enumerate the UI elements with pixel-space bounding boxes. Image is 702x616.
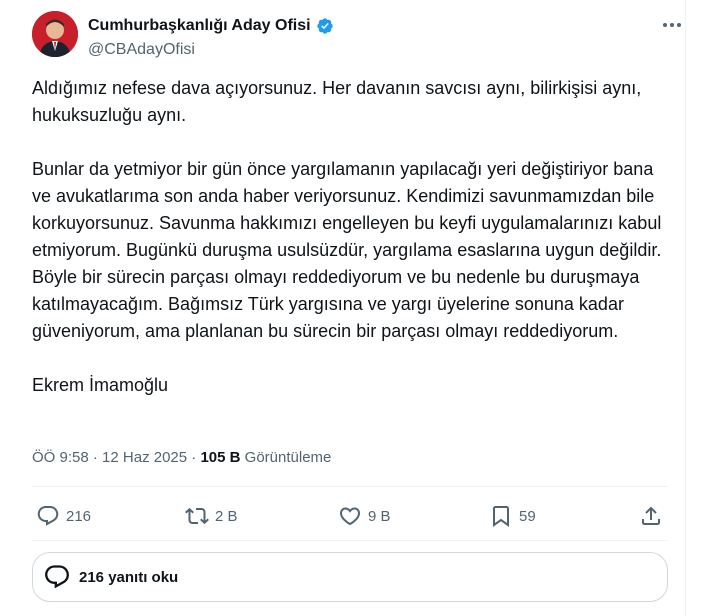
repost-icon — [185, 507, 209, 525]
bookmark-icon — [493, 506, 509, 527]
tweet-paragraph: Bunlar da yetmiyor bir gün önce yargılam… — [32, 159, 662, 341]
tweet-date[interactable]: 12 Haz 2025 — [102, 449, 187, 466]
reply-bubble-icon — [45, 565, 69, 589]
like-count: 9 B — [368, 507, 391, 525]
author-display-name[interactable]: Cumhurbaşkanlığı Aday Ofisi — [88, 17, 311, 35]
author-handle[interactable]: @CBAdayOfisi — [88, 41, 195, 59]
reply-count: 216 — [66, 507, 92, 525]
tweet-detail: Cumhurbaşkanlığı Aday Ofisi @CBAdayOfisi… — [0, 0, 686, 616]
share-button[interactable] — [639, 498, 663, 534]
repost-button[interactable]: 2 B — [185, 498, 238, 534]
meta-separator: · — [88, 449, 103, 466]
views-label: Görüntüleme — [240, 449, 332, 466]
author-name-row: Cumhurbaşkanlığı Aday Ofisi — [88, 17, 334, 35]
tweet-header: Cumhurbaşkanlığı Aday Ofisi @CBAdayOfisi — [32, 11, 681, 63]
repost-count: 2 B — [215, 507, 238, 525]
heart-icon — [339, 507, 361, 526]
avatar[interactable] — [32, 11, 78, 57]
reply-button[interactable]: 216 — [36, 498, 91, 534]
action-bar: 216 2 B 9 B 59 — [32, 498, 672, 534]
tweet-paragraph: Aldığımız nefese dava açıyorsunuz. Her d… — [32, 78, 642, 125]
like-button[interactable]: 9 B — [338, 498, 391, 534]
bookmark-button[interactable]: 59 — [489, 498, 536, 534]
verified-badge-icon — [316, 18, 333, 34]
more-options-button[interactable] — [658, 15, 686, 35]
avatar-image — [32, 11, 78, 57]
read-replies-button[interactable]: 216 yanıtı oku — [32, 552, 668, 602]
more-dots-icon — [663, 23, 681, 27]
meta-separator: · — [187, 449, 201, 466]
share-icon — [642, 506, 660, 525]
divider — [32, 540, 668, 541]
views-count: 105 B — [200, 449, 241, 466]
tweet-text: Aldığımız nefese dava açıyorsunuz. Her d… — [32, 75, 662, 399]
reply-icon — [37, 506, 59, 526]
tweet-meta: ÖÖ 9:58 · 12 Haz 2025 · 105 B Görüntülem… — [32, 449, 331, 466]
tweet-time[interactable]: ÖÖ 9:58 — [32, 449, 89, 466]
bookmark-count: 59 — [519, 507, 536, 525]
read-replies-label: 216 yanıtı oku — [79, 568, 179, 586]
tweet-signature: Ekrem İmamoğlu — [32, 375, 169, 395]
divider — [32, 486, 668, 487]
